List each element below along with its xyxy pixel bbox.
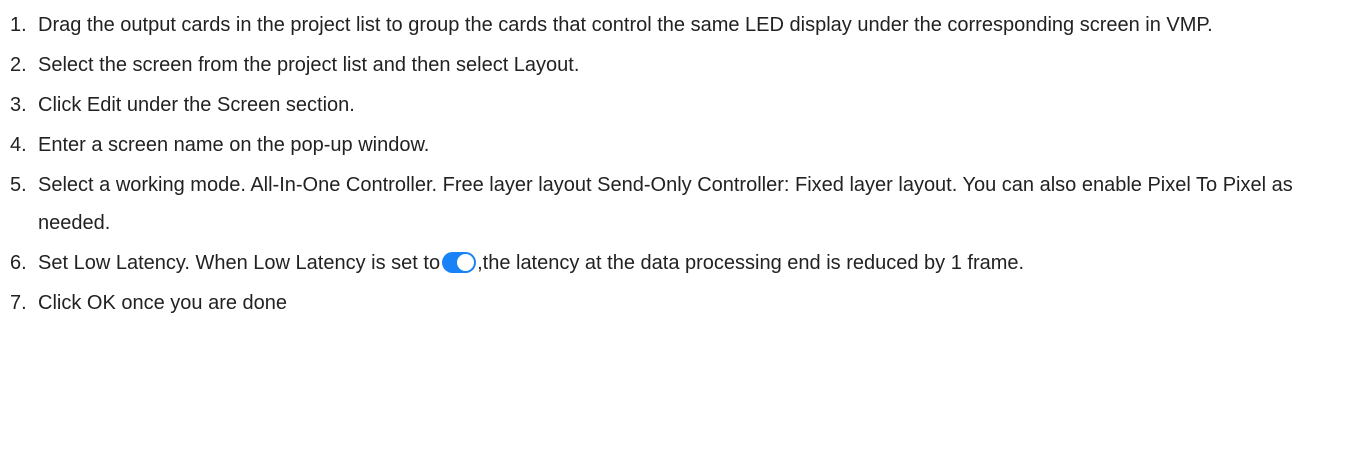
step-number: 6. [10, 252, 27, 274]
toggle-knob [457, 254, 475, 271]
step-item-1: 1. Drag the output cards in the project … [10, 6, 1338, 44]
step-text-after-toggle: ,the latency at the data processing end … [477, 252, 1025, 274]
step-item-5: 5. Select a working mode. All-In-One Con… [10, 166, 1338, 242]
step-item-2: 2. Select the screen from the project li… [10, 46, 1338, 84]
step-number: 3. [10, 94, 27, 116]
step-text: Enter a screen name on the pop-up window… [38, 134, 430, 156]
step-text: Select the screen from the project list … [38, 54, 580, 76]
step-number: 7. [10, 292, 27, 314]
instruction-steps-list: 1. Drag the output cards in the project … [10, 6, 1358, 322]
step-number: 5. [10, 174, 27, 196]
step-text: Click Edit under the Screen section. [38, 94, 355, 116]
step-text: Drag the output cards in the project lis… [38, 14, 1213, 36]
step-text: Select a working mode. All-In-One Contro… [38, 174, 1293, 234]
document-body: 1. Drag the output cards in the project … [0, 0, 1358, 474]
step-item-4: 4. Enter a screen name on the pop-up win… [10, 126, 1338, 164]
toggle-switch-on-icon [442, 252, 477, 273]
step-number: 1. [10, 14, 27, 36]
step-text-before-toggle: Set Low Latency. When Low Latency is set… [38, 252, 441, 274]
step-text: Click OK once you are done [38, 292, 288, 314]
step-item-6: 6. Set Low Latency. When Low Latency is … [10, 244, 1338, 282]
step-item-7: 7. Click OK once you are done [10, 284, 1338, 322]
step-number: 2. [10, 54, 27, 76]
step-number: 4. [10, 134, 27, 156]
step-item-3: 3. Click Edit under the Screen section. [10, 86, 1338, 124]
